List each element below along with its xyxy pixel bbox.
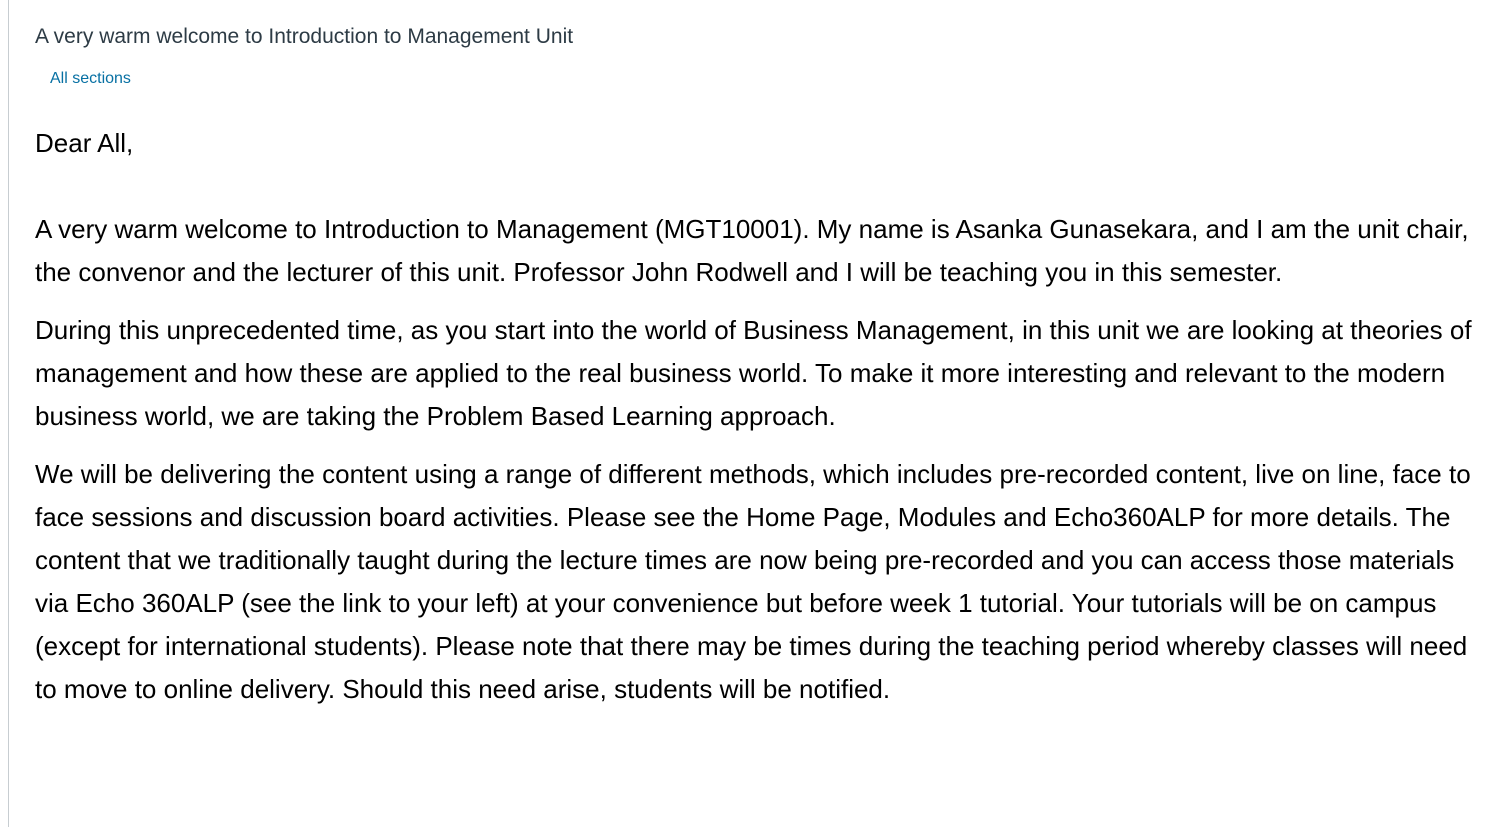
paragraph-approach: During this unprecedented time, as you s… [35,315,1472,431]
greeting-text: Dear All, [35,128,134,158]
paragraph-delivery: We will be delivering the content using … [35,459,1471,704]
paragraph-welcome: A very warm welcome to Introduction to M… [35,214,1469,287]
all-sections-link[interactable]: All sections [50,68,131,90]
announcement-title: A very warm welcome to Introduction to M… [35,25,574,48]
left-border-divider [8,0,9,827]
announcement-body: Dear All, A very warm welcome to Introdu… [35,122,1490,726]
